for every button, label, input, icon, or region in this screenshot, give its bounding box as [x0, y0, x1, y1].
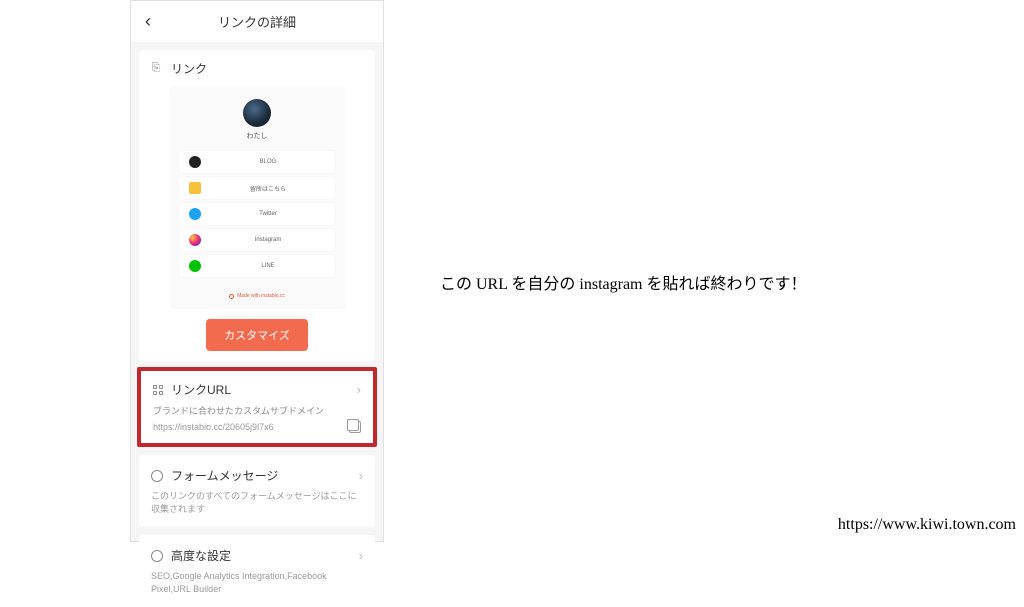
form-message-subtitle: このリンクのすべてのフォームメッセージはここに収集されます: [151, 490, 363, 515]
profile-name: わたし: [247, 131, 268, 141]
avatar: [243, 99, 271, 127]
chevron-right-icon: ›: [359, 548, 363, 563]
phone-frame: ‹ リンクの詳細 ⎘ リンク わたし BLOG 留所はこちら Twitter: [130, 0, 384, 542]
link-section-header: ⎘ リンク: [149, 60, 365, 77]
link-url-title: リンクURL: [171, 381, 231, 398]
link-url-header: リンクURL ›: [153, 381, 361, 398]
link-label: Twitter: [211, 211, 325, 217]
chat-icon: [151, 470, 163, 482]
annotation-text: この URL を自分の instagram を貼れば終わりです！: [440, 270, 807, 294]
link-url-section[interactable]: リンクURL › ブランドに合わせたカスタムサブドメイン https://ins…: [141, 371, 373, 443]
preview-area: わたし BLOG 留所はこちら Twitter Instagram LINE: [169, 87, 345, 309]
link-section: ⎘ リンク わたし BLOG 留所はこちら Twitter Instagram: [139, 50, 375, 361]
advanced-settings-title: 高度な設定: [171, 547, 231, 564]
source-url: https://www.kiwi.town.com: [838, 516, 1016, 534]
link-label: BLOG: [211, 159, 325, 165]
url-value-row: https://instabio.cc/20605j9l7x6: [153, 421, 361, 433]
chevron-right-icon: ›: [359, 468, 363, 483]
link-url-header-left: リンクURL: [153, 381, 231, 398]
preview-link-blog[interactable]: BLOG: [179, 151, 335, 173]
chevron-right-icon: ›: [357, 382, 361, 397]
customize-button[interactable]: カスタマイズ: [206, 319, 308, 351]
blog-icon: [189, 156, 201, 168]
link-icon: ⎘: [149, 62, 163, 76]
instagram-icon: [189, 234, 201, 246]
advanced-settings-subtitle: SEO,Google Analytics Integration,Faceboo…: [151, 570, 363, 595]
advanced-settings-header: 高度な設定 ›: [151, 547, 363, 564]
form-message-title: フォームメッセージ: [171, 467, 278, 484]
link-label: Instagram: [211, 237, 325, 243]
form-message-header: フォームメッセージ ›: [151, 467, 363, 484]
line-icon: [189, 260, 201, 272]
form-message-section[interactable]: フォームメッセージ › このリンクのすべてのフォームメッセージはここに収集されま…: [139, 455, 375, 527]
preview-link-instagram[interactable]: Instagram: [179, 229, 335, 251]
reservation-icon: [189, 182, 201, 194]
link-url-subtitle: ブランドに合わせたカスタムサブドメイン: [153, 404, 361, 417]
made-with: Made with instabio.cc: [229, 293, 285, 299]
header: ‹ リンクの詳細: [131, 1, 383, 42]
link-url-value: https://instabio.cc/20605j9l7x6: [153, 422, 274, 432]
preview-link-line[interactable]: LINE: [179, 255, 335, 277]
twitter-icon: [189, 208, 201, 220]
gear-icon: [151, 550, 163, 562]
grid-icon: [153, 385, 163, 395]
page-title: リンクの詳細: [218, 12, 296, 31]
link-label: LINE: [211, 263, 325, 269]
back-icon[interactable]: ‹: [145, 11, 151, 32]
made-with-icon: [229, 294, 234, 299]
preview-link-twitter[interactable]: Twitter: [179, 203, 335, 225]
preview-link-reservation[interactable]: 留所はこちら: [179, 177, 335, 199]
advanced-settings-section[interactable]: 高度な設定 › SEO,Google Analytics Integration…: [139, 535, 375, 607]
copy-icon[interactable]: [349, 421, 361, 433]
link-section-title: リンク: [171, 60, 207, 77]
made-with-label: Made with instabio.cc: [237, 293, 285, 299]
link-url-highlight: リンクURL › ブランドに合わせたカスタムサブドメイン https://ins…: [137, 367, 377, 447]
link-label: 留所はこちら: [211, 184, 325, 193]
